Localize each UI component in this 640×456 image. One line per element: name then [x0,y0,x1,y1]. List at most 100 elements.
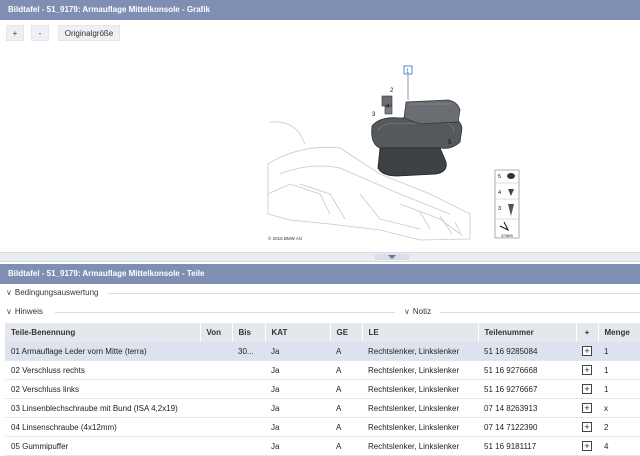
part-name: 02 Verschluss links [5,379,200,399]
part-ge: A [330,360,362,380]
part-name: 03 Linsenblechschraube mit Bund (ISA 4,2… [5,398,200,418]
part-name: 01 Armauflage Leder vorn Mitte (terra) [5,342,200,361]
column-header-partnumber[interactable]: Teilenummer [478,323,577,342]
zoom-in-button[interactable]: + [6,25,24,41]
graphic-panel-header: Bildtafel - 51_9179: Armauflage Mittelko… [0,0,640,20]
zoom-out-button[interactable]: - [31,25,49,41]
chevron-down-icon[interactable]: ∨ [6,304,12,320]
add-to-cart-cell: + [576,342,598,361]
add-to-cart-cell: + [576,360,598,380]
parts-illustration[interactable]: 1 2 3 4 5 © 2015 BMW AG 5 4 3 474809 [0,44,640,252]
part-le: Rechtslenker, Linkslenker [362,436,478,456]
parts-panel-header: Bildtafel - 51_9179: Armauflage Mittelko… [0,264,640,284]
part-kat: Ja [265,342,330,361]
part-to: 30... [232,342,265,361]
collapse-arrow-icon[interactable] [388,255,396,259]
part-from [200,398,232,418]
add-to-cart-button[interactable]: + [582,346,592,356]
part-quantity: 4 [598,436,640,456]
legend-number-5: 5 [498,174,501,180]
chevron-down-icon: ∨ [404,307,410,316]
image-number: 474809 [501,234,513,238]
part-to [232,436,265,456]
section-divider [108,293,640,294]
add-to-cart-button[interactable]: + [582,422,592,432]
part-from [200,436,232,456]
table-row[interactable]: 05 Gummipuffer Ja A Rechtslenker, Linksl… [5,436,640,456]
part-ge: A [330,398,362,418]
part-kat: Ja [265,417,330,437]
table-row[interactable]: 02 Verschluss links Ja A Rechtslenker, L… [5,379,640,399]
part-from [200,360,232,380]
column-header-le[interactable]: LE [362,323,479,342]
part-number: 07 14 7122390 [478,417,576,437]
part-from [200,379,232,399]
part-kat: Ja [265,379,330,399]
add-to-cart-cell: + [576,379,598,399]
section-divider [440,312,640,313]
part-number: 51 16 9276667 [478,379,576,399]
column-header-ge[interactable]: GE [330,323,363,342]
add-to-cart-cell: + [576,398,598,418]
table-row[interactable]: 03 Linsenblechschraube mit Bund (ISA 4,2… [5,398,640,418]
part-kat: Ja [265,360,330,380]
part-ge: A [330,436,362,456]
legend-number-4: 4 [498,190,501,196]
callout-2: 2 [390,88,394,94]
add-to-cart-button[interactable]: + [582,403,592,413]
column-header-kat[interactable]: KAT [265,323,331,342]
add-to-cart-button[interactable]: + [582,441,592,451]
table-row[interactable]: 04 Linsenschraube (4x12mm) Ja A Rechtsle… [5,417,640,437]
add-to-cart-cell: + [576,417,598,437]
table-row[interactable]: 01 Armauflage Leder vorn Mitte (terra) 3… [5,342,640,361]
original-size-button[interactable]: Originalgröße [58,25,120,41]
add-to-cart-button[interactable]: + [582,384,592,394]
callout-3: 3 [372,112,376,118]
part-name: 02 Verschluss rechts [5,360,200,380]
legend-number-3: 3 [498,206,501,212]
note-label: Notiz [412,307,432,316]
part-le: Rechtslenker, Linkslenker [362,417,478,437]
column-header-name[interactable]: Teile-Benennung [5,323,201,342]
part-to [232,379,265,399]
conditions-label: Bedingungsauswertung [14,288,99,297]
add-to-cart-cell: + [576,436,598,456]
parts-legend: 5 4 3 474809 [494,169,520,239]
column-header-quantity[interactable]: Menge [598,323,640,342]
part-ge: A [330,379,362,399]
hint-label[interactable]: Hinweis [15,307,43,316]
part-quantity: 2 [598,417,640,437]
note-section[interactable]: ∨ Notiz [398,304,431,320]
conditions-section[interactable]: ∨ Bedingungsauswertung [0,285,640,301]
part-le: Rechtslenker, Linkslenker [362,360,478,380]
part-number: 51 16 9181117 [478,436,576,456]
column-header-from[interactable]: Von [200,323,233,342]
add-to-cart-button[interactable]: + [582,365,592,375]
column-header-to[interactable]: Bis [232,323,266,342]
part-number: 51 16 9285084 [478,342,576,361]
table-row[interactable]: 02 Verschluss rechts Ja A Rechtslenker, … [5,360,640,380]
column-header-add: + [576,323,599,342]
section-divider [55,312,395,313]
part-to [232,360,265,380]
part-quantity: 1 [598,342,640,361]
part-quantity: 1 [598,360,640,380]
part-le: Rechtslenker, Linkslenker [362,342,478,361]
part-quantity: x [598,398,640,418]
part-from [200,417,232,437]
copyright-text: © 2015 BMW AG [268,235,303,241]
part-le: Rechtslenker, Linkslenker [362,379,478,399]
part-name: 04 Linsenschraube (4x12mm) [5,417,200,437]
panel-splitter[interactable] [0,252,640,262]
parts-table: Teile-Benennung Von Bis KAT GE LE Teilen… [5,323,640,456]
graphic-panel-title: Bildtafel - 51_9179: Armauflage Mittelko… [8,5,210,14]
part-to [232,398,265,418]
chevron-down-icon: ∨ [6,288,12,297]
parts-panel-title: Bildtafel - 51_9179: Armauflage Mittelko… [8,269,205,278]
part-quantity: 1 [598,379,640,399]
table-header-row: Teile-Benennung Von Bis KAT GE LE Teilen… [5,323,640,342]
part-from [200,342,232,361]
part-le: Rechtslenker, Linkslenker [362,398,478,418]
part-number: 51 16 9276668 [478,360,576,380]
graphic-area: 1 2 3 4 5 © 2015 BMW AG 5 4 3 474809 [0,44,640,252]
